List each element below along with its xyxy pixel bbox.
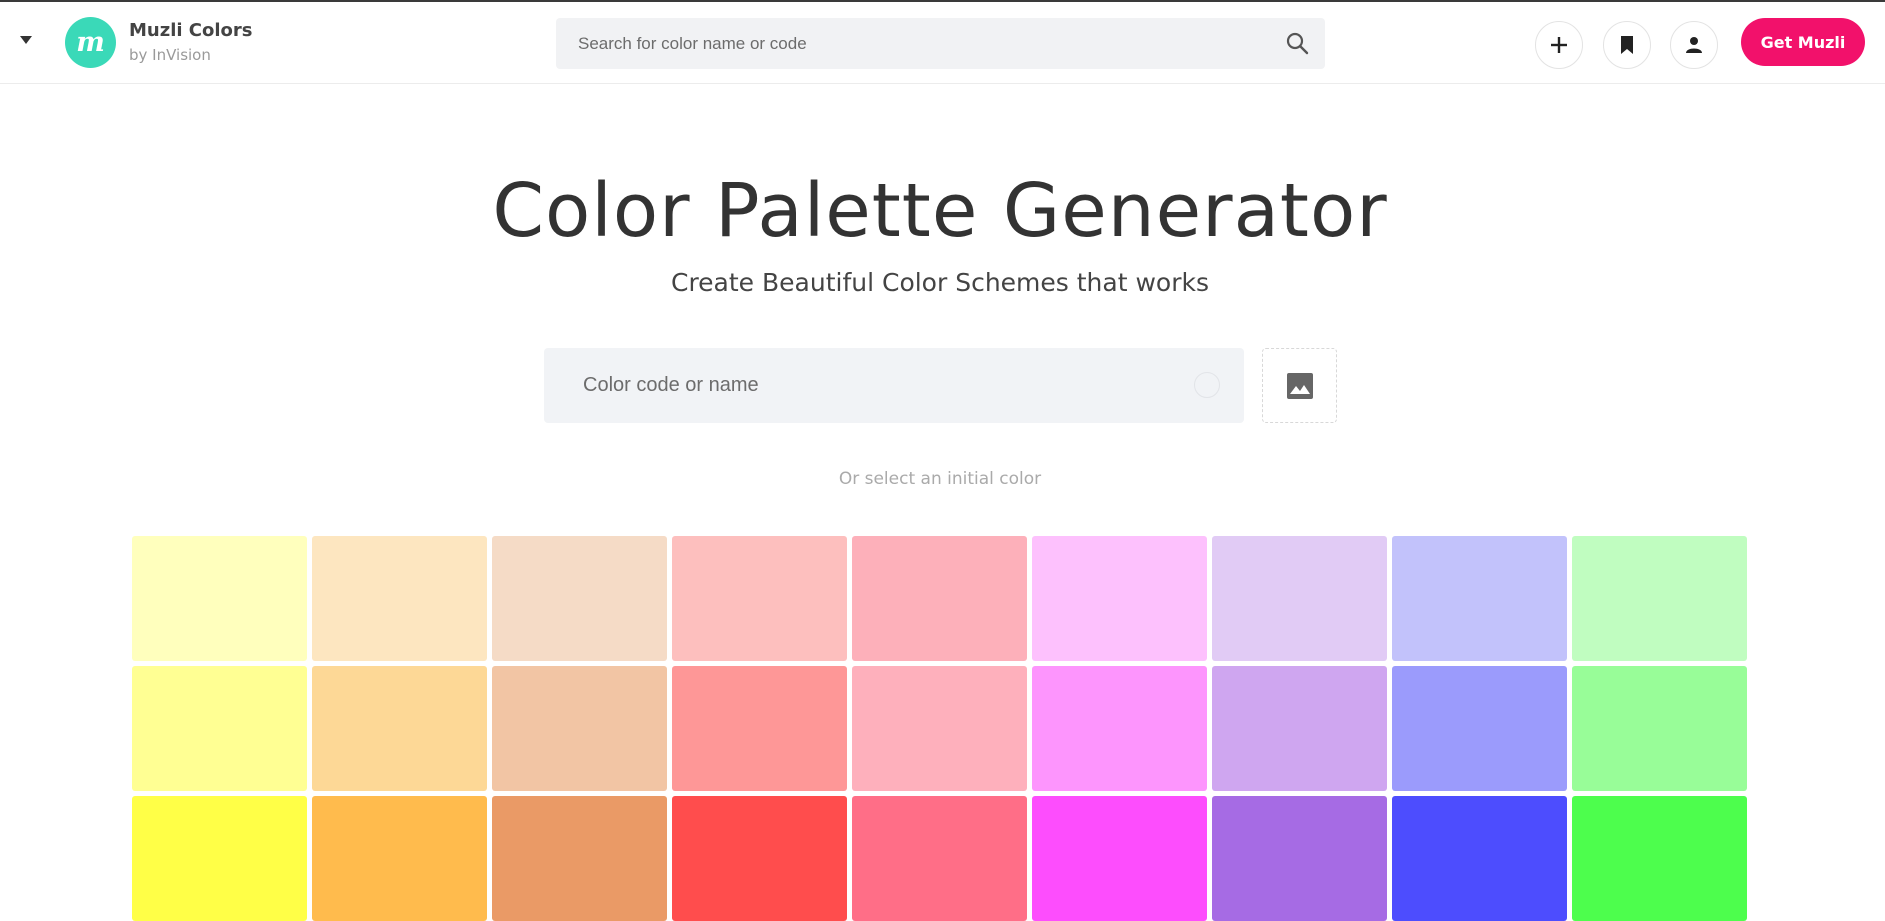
color-swatch[interactable]: [852, 666, 1027, 791]
color-swatch[interactable]: [132, 536, 307, 661]
color-swatch[interactable]: [672, 666, 847, 791]
color-swatch[interactable]: [1572, 796, 1747, 921]
color-swatch[interactable]: [492, 796, 667, 921]
color-code-input[interactable]: [581, 373, 1145, 398]
color-swatch[interactable]: [1212, 536, 1387, 661]
color-swatch[interactable]: [492, 536, 667, 661]
color-swatch[interactable]: [1032, 666, 1207, 791]
color-swatch[interactable]: [672, 536, 847, 661]
color-swatch[interactable]: [132, 796, 307, 921]
color-swatch[interactable]: [1392, 796, 1567, 921]
color-swatch[interactable]: [672, 796, 847, 921]
upload-image-button[interactable]: [1262, 348, 1337, 423]
color-preview-dot[interactable]: [1194, 372, 1220, 398]
search-icon[interactable]: [1285, 31, 1309, 55]
get-muzli-button[interactable]: Get Muzli: [1741, 18, 1865, 66]
muzli-logo[interactable]: m: [65, 17, 116, 68]
bookmark-icon: [1621, 36, 1633, 54]
color-swatch[interactable]: [1392, 536, 1567, 661]
color-swatch[interactable]: [312, 536, 487, 661]
bookmark-button[interactable]: [1603, 21, 1651, 69]
select-color-hint: Or select an initial color: [838, 469, 1042, 489]
search-input[interactable]: [576, 32, 1260, 55]
page-subtitle: Create Beautiful Color Schemes that work…: [670, 268, 1209, 297]
color-swatch[interactable]: [132, 666, 307, 791]
add-button[interactable]: [1535, 21, 1583, 69]
page-title: Color Palette Generator: [492, 168, 1388, 254]
color-swatch[interactable]: [1572, 536, 1747, 661]
color-swatch[interactable]: [312, 796, 487, 921]
color-swatch[interactable]: [492, 666, 667, 791]
image-icon: [1286, 372, 1313, 399]
plus-icon: [1551, 37, 1567, 53]
color-input-box: [544, 348, 1244, 423]
color-swatch[interactable]: [1032, 536, 1207, 661]
user-icon: [1686, 37, 1702, 53]
logo-letter: m: [76, 27, 105, 58]
color-swatch[interactable]: [852, 796, 1027, 921]
color-swatch[interactable]: [312, 666, 487, 791]
color-swatch[interactable]: [1212, 666, 1387, 791]
caret-down-icon[interactable]: [20, 36, 32, 44]
header: m Muzli Colors by InVision Get Muzli: [0, 2, 1885, 84]
brand-subtitle: by InVision: [129, 46, 211, 64]
color-swatch[interactable]: [1572, 666, 1747, 791]
color-swatch[interactable]: [852, 536, 1027, 661]
brand-title[interactable]: Muzli Colors: [129, 20, 253, 41]
color-swatch[interactable]: [1212, 796, 1387, 921]
color-swatch[interactable]: [1032, 796, 1207, 921]
color-swatch-grid: [132, 536, 1749, 921]
profile-button[interactable]: [1670, 21, 1718, 69]
color-swatch[interactable]: [1392, 666, 1567, 791]
search-bar: [556, 18, 1325, 69]
